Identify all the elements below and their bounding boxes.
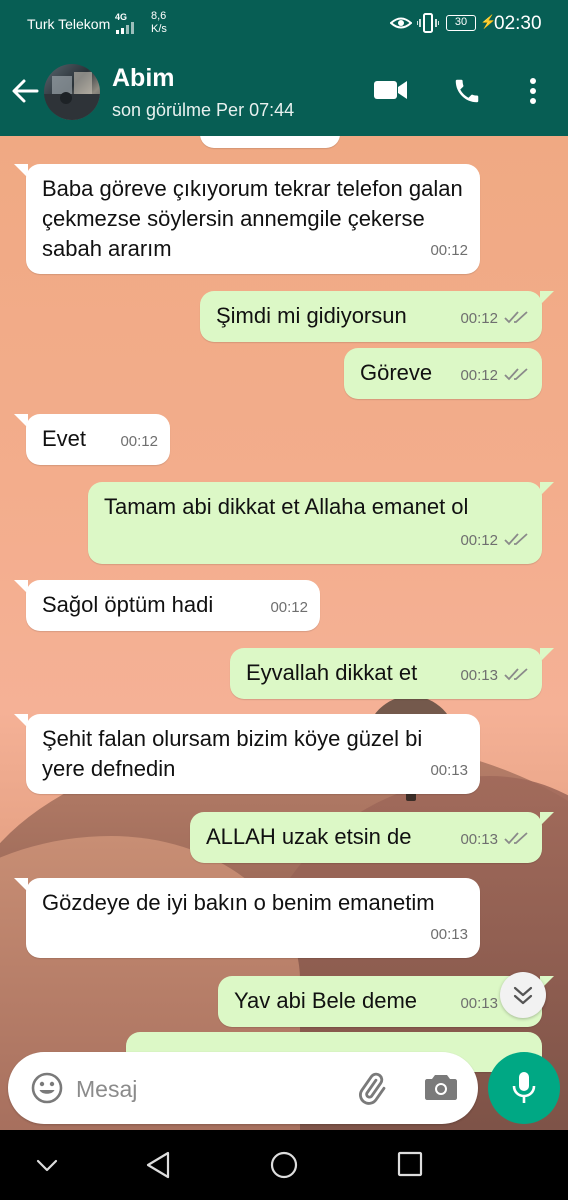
battery-indicator: 30 [446, 15, 476, 31]
message-text: Şehit falan olursam bizim köye güzel bi … [42, 726, 423, 781]
message-bubble[interactable]: Gözdeye de iyi bakın o benim emanetim 00… [26, 878, 480, 958]
chat-header: Abim son görülme Per 07:44 [0, 50, 568, 136]
message-time: 00:12 [460, 310, 498, 327]
message-meta: 00:12 [460, 526, 530, 556]
contact-avatar[interactable] [44, 64, 100, 120]
signal-icon [116, 22, 134, 34]
chat-area[interactable]: Baba göreve çıkıyorum tekrar telefon gal… [0, 136, 568, 1130]
status-bar: Turk Telekom 4G 8,6 K/s 30 ⚡ 02:30 [0, 0, 568, 50]
message-bubble[interactable]: Baba göreve çıkıyorum tekrar telefon gal… [26, 164, 480, 274]
message-time: 00:13 [430, 762, 468, 779]
message-time: 00:13 [430, 926, 468, 943]
message-time: 00:12 [460, 532, 498, 549]
double-chevron-down-icon [513, 986, 533, 1005]
message-time: 00:13 [460, 831, 498, 848]
microphone-icon [512, 1072, 536, 1103]
bubble-tail [540, 812, 554, 826]
message-bubble[interactable]: Şimdi mi gidiyorsun 00:12 [200, 291, 542, 342]
read-ticks-icon [504, 668, 528, 681]
carrier-name: Turk Telekom [27, 16, 111, 32]
message-bubble[interactable]: Evet 00:12 [26, 414, 170, 465]
bubble-tail [540, 291, 554, 305]
read-ticks-icon [504, 832, 528, 845]
message-bubble[interactable]: Göreve 00:12 [344, 348, 542, 399]
bubble-tail [540, 648, 554, 662]
speed-value: 8,6 [151, 10, 167, 22]
video-call-icon[interactable] [374, 78, 408, 102]
message-time: 00:12 [270, 599, 308, 616]
network-type: 4G [115, 12, 128, 22]
camera-icon[interactable] [424, 1072, 458, 1102]
message-input-container[interactable] [8, 1052, 478, 1124]
bubble-tail [540, 482, 554, 496]
scroll-to-bottom-button[interactable] [500, 972, 546, 1018]
message-text: Sağol öptüm hadi [42, 592, 214, 617]
phone-call-icon[interactable] [452, 76, 482, 106]
back-arrow-icon[interactable] [10, 76, 40, 106]
message-time: 00:12 [460, 367, 498, 384]
more-options-icon[interactable] [524, 76, 542, 106]
message-bubble[interactable]: Eyvallah dikkat et 00:13 [230, 648, 542, 699]
chevron-down-icon[interactable] [34, 1152, 60, 1178]
emoji-icon[interactable] [30, 1071, 64, 1105]
message-input[interactable] [76, 1074, 336, 1104]
message-bubble[interactable]: Şehit falan olursam bizim köye güzel bi … [26, 714, 480, 794]
message-input-bar [0, 1044, 568, 1130]
message-meta: 00:13 [460, 661, 530, 691]
message-meta: 00:13 [460, 825, 530, 855]
nav-recents-icon[interactable] [397, 1151, 423, 1177]
message-bubble[interactable]: Yav abi Bele deme 00:13 [218, 976, 542, 1027]
read-ticks-icon [504, 368, 528, 381]
message-bubble[interactable]: Sağol öptüm hadi 00:12 [26, 580, 320, 631]
voice-message-button[interactable] [488, 1052, 560, 1124]
network-speed: 8,6 K/s [151, 10, 167, 36]
message-meta: 00:12 [460, 304, 530, 334]
paperclip-icon[interactable] [354, 1072, 388, 1106]
read-ticks-icon [504, 533, 528, 546]
message-time: 00:13 [460, 667, 498, 684]
message-bubble-partial [200, 136, 340, 148]
last-seen-status: son görülme Per 07:44 [112, 100, 295, 120]
eye-comfort-icon [390, 17, 412, 29]
vibrate-icon [417, 13, 439, 33]
message-text: Gözdeye de iyi bakın o benim emanetim [42, 890, 435, 915]
system-nav-bar [0, 1130, 568, 1200]
message-time: 00:12 [120, 433, 158, 450]
message-text: Baba göreve çıkıyorum tekrar telefon gal… [42, 176, 463, 261]
message-bubble[interactable]: ALLAH uzak etsin de 00:13 [190, 812, 542, 863]
message-time: 00:12 [430, 242, 468, 259]
message-meta: 00:12 [460, 361, 530, 391]
read-ticks-icon [504, 311, 528, 324]
contact-name[interactable]: Abim [112, 64, 175, 93]
speed-unit: K/s [151, 23, 167, 35]
nav-home-icon[interactable] [269, 1150, 299, 1180]
message-time: 00:13 [460, 995, 498, 1012]
message-bubble[interactable]: Tamam abi dikkat et Allaha emanet ol 00:… [88, 482, 542, 564]
nav-back-icon[interactable] [144, 1150, 172, 1180]
clock: 02:30 [494, 13, 542, 34]
message-text: Tamam abi dikkat et Allaha emanet ol [104, 494, 469, 519]
